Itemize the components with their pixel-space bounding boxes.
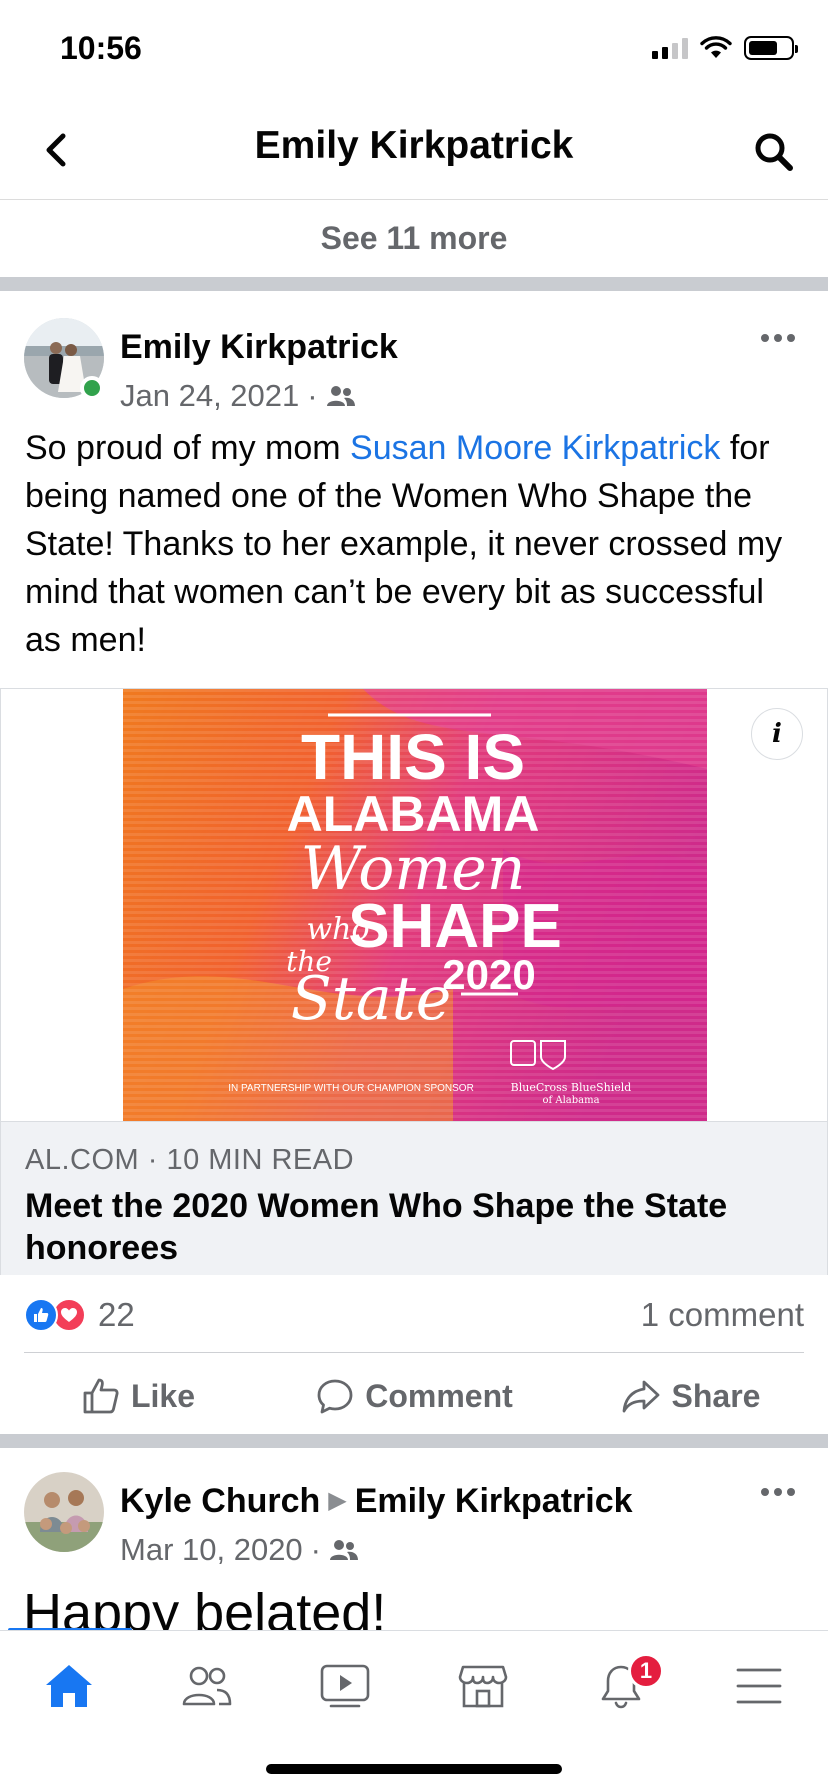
tab-watch[interactable] xyxy=(276,1631,414,1741)
post-options-button[interactable] xyxy=(750,320,806,356)
friends-icon xyxy=(182,1666,232,1706)
link-preview-image[interactable]: THIS IS ALABAMA Women who SHAPE the Stat… xyxy=(123,689,707,1121)
share-label: Share xyxy=(671,1377,761,1414)
tab-menu[interactable] xyxy=(690,1631,828,1741)
comment-count[interactable]: 1 comment xyxy=(641,1296,804,1334)
thumbs-up-icon xyxy=(83,1378,119,1414)
mention-link[interactable]: Susan Moore Kirkpatrick xyxy=(350,429,720,467)
online-status-indicator xyxy=(80,376,104,400)
post-date[interactable]: Jan 24, 2021 xyxy=(120,378,299,414)
header: Emily Kirkpatrick xyxy=(0,100,828,200)
banner-sponsor-name: BlueCross BlueShield xyxy=(511,1081,632,1094)
post-header: Kyle Church ▶ Emily Kirkpatrick Mar 10, 20… xyxy=(0,1472,828,1582)
home-icon xyxy=(46,1665,92,1707)
menu-icon xyxy=(736,1668,782,1704)
comment-icon xyxy=(317,1379,353,1414)
meta-separator: · xyxy=(310,1532,321,1567)
watch-icon xyxy=(320,1664,370,1708)
status-bar: 10:56 xyxy=(0,0,828,100)
comment-button[interactable]: Comment xyxy=(276,1360,552,1432)
post-actions: Like Comment Share xyxy=(0,1360,828,1432)
section-divider xyxy=(0,277,828,291)
notification-badge: 1 xyxy=(628,1653,664,1689)
see-more-button[interactable]: See 11 more xyxy=(0,201,828,276)
post-meta: Mar 10, 2020 · xyxy=(120,1532,359,1568)
battery-icon xyxy=(744,36,798,60)
tab-marketplace[interactable] xyxy=(414,1631,552,1741)
post-options-button[interactable] xyxy=(750,1474,806,1510)
reactions-summary: 22 1 comment xyxy=(24,1290,804,1342)
arrow-icon: ▶ xyxy=(328,1487,347,1514)
post-text-before: So proud of my mom xyxy=(25,429,351,467)
meta-separator: · xyxy=(307,378,318,413)
post-text: Happy belated! xyxy=(23,1583,387,1630)
reaction-icons[interactable] xyxy=(24,1298,86,1332)
search-icon xyxy=(755,133,793,171)
friends-audience-icon xyxy=(330,1540,358,1560)
cellular-signal-icon xyxy=(652,37,688,59)
link-title[interactable]: Meet the 2020 Women Who Shape the State … xyxy=(25,1185,803,1269)
comment-label: Comment xyxy=(365,1377,513,1414)
target-name[interactable]: Emily Kirkpatrick xyxy=(355,1482,633,1520)
divider xyxy=(24,1352,804,1353)
banner-year: 2020 xyxy=(442,951,535,998)
info-button[interactable]: i xyxy=(751,708,803,760)
home-indicator xyxy=(266,1764,562,1774)
link-preview-card[interactable]: THIS IS ALABAMA Women who SHAPE the Stat… xyxy=(0,688,828,1275)
status-time: 10:56 xyxy=(60,30,142,66)
post-header: Emily Kirkpatrick Jan 24, 2021 · xyxy=(0,318,828,428)
banner-line5b: State xyxy=(291,964,452,1034)
marketplace-icon xyxy=(458,1665,508,1708)
tab-friends[interactable] xyxy=(138,1631,276,1741)
like-button[interactable]: Like xyxy=(0,1360,276,1432)
banner-sponsor-sub: of Alabama xyxy=(542,1095,599,1106)
tab-home[interactable] xyxy=(0,1631,138,1741)
friends-audience-icon xyxy=(326,386,355,406)
page-title: Emily Kirkpatrick xyxy=(254,124,574,167)
reaction-count[interactable]: 22 xyxy=(98,1296,135,1334)
author-name[interactable]: Kyle Church xyxy=(120,1482,320,1520)
post-meta: Jan 24, 2021 · xyxy=(120,378,356,414)
post-text: So proud of my mom Susan Moore Kirkpatri… xyxy=(25,424,805,664)
post-date[interactable]: Mar 10, 2020 xyxy=(120,1532,303,1568)
status-icons xyxy=(652,36,798,60)
wifi-icon xyxy=(700,36,732,58)
avatar[interactable] xyxy=(24,1472,104,1552)
banner-sponsor-text: IN PARTNERSHIP WITH OUR CHAMPION SPONSOR xyxy=(228,1083,474,1094)
avatar-photo xyxy=(24,1472,104,1552)
link-preview-footer[interactable]: AL.COM · 10 MIN READ Meet the 2020 Women… xyxy=(1,1121,827,1275)
link-source: AL.COM · 10 MIN READ xyxy=(25,1144,355,1176)
share-button[interactable]: Share xyxy=(552,1360,828,1432)
post-author[interactable]: Emily Kirkpatrick xyxy=(120,328,398,367)
tab-notifications[interactable]: 1 xyxy=(552,1631,690,1741)
banner-line1: THIS IS xyxy=(301,721,525,793)
like-reaction-icon xyxy=(24,1298,58,1332)
search-button[interactable] xyxy=(744,122,804,182)
section-divider xyxy=(0,1434,828,1448)
post-author: Kyle Church ▶ Emily Kirkpatrick xyxy=(120,1482,633,1521)
like-label: Like xyxy=(130,1377,196,1414)
article-banner-graphic: THIS IS ALABAMA Women who SHAPE the Stat… xyxy=(123,689,707,1121)
share-icon xyxy=(622,1380,659,1413)
